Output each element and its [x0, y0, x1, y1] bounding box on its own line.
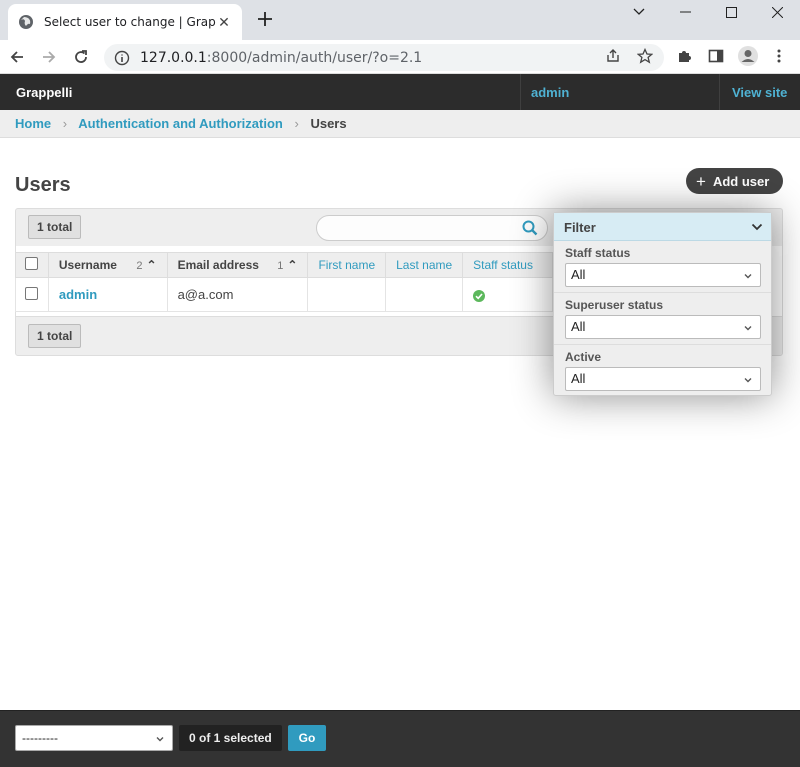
extensions-icon[interactable] [676, 48, 692, 64]
site-brand[interactable]: Grappelli [16, 85, 72, 100]
active-select[interactable]: All [565, 367, 761, 391]
minimize-icon[interactable] [662, 0, 708, 24]
username-link[interactable]: admin [59, 287, 97, 302]
check-circle-icon [473, 289, 486, 302]
table-header-row: Username 2 ⌃ Email address 1 ⌃ First name … [15, 252, 553, 278]
chevron-up-icon: ⌃ [287, 258, 298, 272]
filter-label: Active [565, 350, 602, 364]
chevron-right-icon: › [62, 116, 68, 131]
select-all-checkbox[interactable] [25, 257, 38, 270]
chevron-right-icon: › [294, 116, 299, 131]
close-window-icon[interactable] [754, 0, 800, 24]
chevron-down-icon [156, 737, 164, 742]
profile-icon[interactable] [737, 45, 759, 67]
url-text: 127.0.0.1:8000/admin/auth/user/?o=2.1 [140, 49, 423, 66]
window-controls [616, 0, 800, 24]
column-email[interactable]: Email address 1 ⌃ [166, 252, 309, 278]
first-name-cell [307, 277, 387, 312]
staff-status-select[interactable]: All [565, 263, 761, 287]
url-input[interactable]: 127.0.0.1:8000/admin/auth/user/?o=2.1 [104, 44, 664, 71]
action-select[interactable]: --------- [15, 725, 173, 751]
column-username[interactable]: Username 2 ⌃ [47, 252, 168, 278]
select-all-header [15, 252, 49, 278]
view-site-link[interactable]: View site [732, 85, 787, 100]
filter-panel: Filter Staff status All Superuser status… [553, 212, 772, 396]
table-row: admin a@a.com [15, 277, 553, 312]
column-email-label: Email address [177, 258, 259, 272]
row-checkbox[interactable] [25, 286, 38, 300]
star-icon[interactable] [637, 48, 653, 64]
total-count[interactable]: 1 total [28, 215, 82, 239]
sort-indicator[interactable]: 2 ⌃ [136, 258, 156, 272]
filter-label: Staff status [565, 246, 631, 260]
filter-label: Superuser status [565, 298, 664, 312]
row-select-cell [15, 277, 49, 312]
back-icon[interactable] [7, 47, 27, 67]
search-icon[interactable] [522, 220, 538, 236]
total-count-bottom[interactable]: 1 total [28, 324, 82, 348]
maximize-icon[interactable] [708, 0, 754, 24]
add-user-button[interactable]: + Add user [686, 168, 783, 194]
page-title: Users [15, 174, 71, 196]
results-table: Username 2 ⌃ Email address 1 ⌃ First name … [15, 252, 553, 312]
breadcrumb-current: Users [310, 116, 347, 131]
plus-icon: + [696, 171, 706, 191]
breadcrumb-section[interactable]: Authentication and Authorization [78, 116, 283, 131]
forward-icon[interactable] [39, 47, 59, 67]
browser-tab-bar: Select user to change | Grappelli ✕ [0, 0, 800, 40]
filter-active: Active All [554, 345, 771, 397]
chevron-down-icon [744, 378, 752, 383]
filter-toggle[interactable]: Filter [554, 213, 771, 241]
column-last-name[interactable]: Last name [385, 252, 464, 278]
selected-counter: 0 of 1 selected [179, 725, 282, 751]
browser-tab[interactable]: Select user to change | Grappelli ✕ [8, 4, 242, 40]
search-input[interactable] [316, 215, 548, 241]
admin-header: Grappelli admin View site [0, 74, 800, 110]
username-cell: admin [47, 277, 168, 312]
last-name-cell [385, 277, 464, 312]
filter-superuser-status: Superuser status All [554, 293, 771, 345]
plus-icon[interactable] [256, 10, 274, 28]
share-icon[interactable] [605, 48, 621, 64]
reload-icon[interactable] [71, 47, 91, 67]
tab-title: Select user to change | Grappelli [44, 15, 216, 29]
chevron-down-icon [744, 326, 752, 331]
address-bar: 127.0.0.1:8000/admin/auth/user/?o=2.1 [0, 40, 800, 74]
action-footer: --------- 0 of 1 selected Go [0, 710, 800, 767]
filter-title: Filter [564, 220, 596, 235]
staff-status-cell [462, 277, 553, 312]
add-user-label: Add user [712, 173, 770, 189]
column-first-name[interactable]: First name [307, 252, 387, 278]
superuser-status-select[interactable]: All [565, 315, 761, 339]
user-menu[interactable]: admin [520, 74, 720, 110]
menu-icon[interactable] [776, 48, 782, 64]
go-button[interactable]: Go [288, 725, 326, 751]
chevron-down-icon [751, 223, 763, 231]
filter-staff-status: Staff status All [554, 241, 771, 293]
email-cell: a@a.com [166, 277, 309, 312]
chevron-down-icon [744, 274, 752, 279]
breadcrumb-home[interactable]: Home [15, 116, 51, 131]
column-staff-status[interactable]: Staff status [462, 252, 553, 278]
sidepanel-icon[interactable] [708, 48, 724, 64]
breadcrumb: Home › Authentication and Authorization … [0, 110, 800, 138]
globe-icon [19, 15, 33, 29]
chevron-down-icon[interactable] [616, 0, 662, 24]
chevron-up-icon: ⌃ [146, 258, 157, 272]
column-username-label: Username [58, 258, 117, 272]
sort-indicator[interactable]: 1 ⌃ [277, 258, 297, 272]
close-icon[interactable]: ✕ [216, 14, 232, 31]
info-icon[interactable] [114, 50, 130, 66]
